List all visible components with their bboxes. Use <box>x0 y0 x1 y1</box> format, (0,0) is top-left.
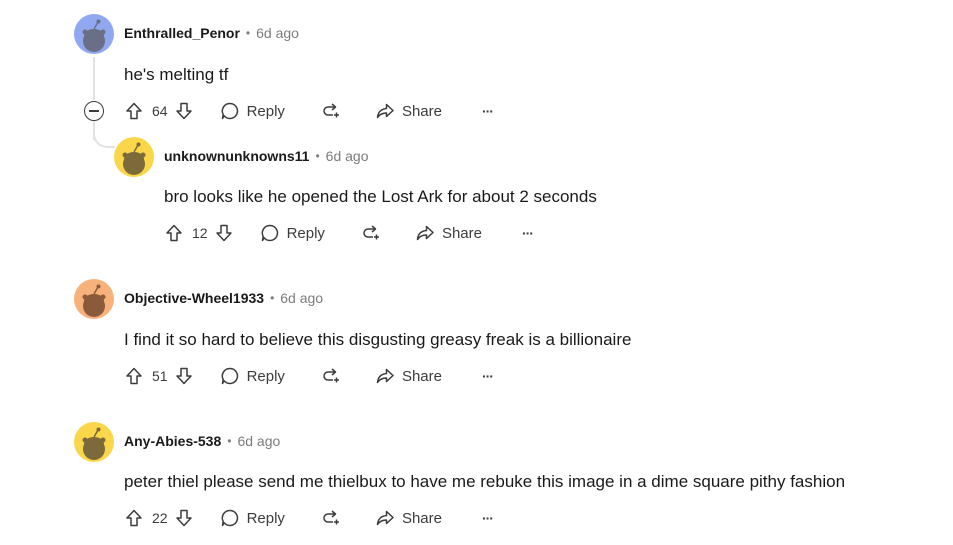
comment-bubble-icon <box>221 102 238 120</box>
share-button[interactable]: Share <box>375 101 442 121</box>
reply-label: Reply <box>286 224 325 242</box>
thread-line <box>93 57 95 100</box>
award-icon <box>323 368 339 383</box>
award-button[interactable] <box>319 508 341 528</box>
vote-score: 22 <box>152 510 168 526</box>
separator-dot: • <box>245 26 251 40</box>
timestamp[interactable]: 6d ago <box>280 290 323 306</box>
snoo-avatar-icon <box>82 284 106 317</box>
thread-curve <box>93 126 115 148</box>
avatar[interactable] <box>74 422 114 462</box>
comment-bubble-icon <box>261 224 278 242</box>
more-icon: ··· <box>481 510 494 526</box>
comment-actions: 12 Reply Share ··· <box>164 221 534 245</box>
collapse-thread-button[interactable] <box>84 101 104 121</box>
comment-bubble-icon <box>221 367 238 385</box>
more-options-button[interactable]: ··· <box>481 103 494 119</box>
downvote-icon[interactable] <box>174 366 194 386</box>
upvote-icon[interactable] <box>124 366 144 386</box>
more-options-button[interactable]: ··· <box>481 368 494 384</box>
vote-score: 51 <box>152 368 168 384</box>
share-icon <box>376 103 394 119</box>
award-button[interactable] <box>359 223 381 243</box>
downvote-icon[interactable] <box>174 508 194 528</box>
share-icon <box>416 225 434 241</box>
share-label: Share <box>401 102 442 120</box>
comment-text: he's melting tf <box>124 65 229 84</box>
comment-text: bro looks like he opened the Lost Ark fo… <box>164 187 597 206</box>
separator-dot: • <box>270 291 275 305</box>
share-button[interactable]: Share <box>375 366 442 386</box>
separator-dot: • <box>315 149 320 163</box>
comment-actions: 64 Reply Share ··· <box>124 99 494 123</box>
award-button[interactable] <box>319 101 341 121</box>
more-icon: ··· <box>521 225 534 241</box>
share-icon <box>376 510 394 526</box>
share-icon <box>376 368 394 384</box>
more-icon: ··· <box>481 368 494 384</box>
avatar[interactable] <box>74 14 114 54</box>
timestamp[interactable]: 6d ago <box>326 148 369 164</box>
more-options-button[interactable]: ··· <box>521 225 534 241</box>
upvote-icon[interactable] <box>124 508 144 528</box>
avatar[interactable] <box>114 137 154 177</box>
reply-button[interactable]: Reply <box>260 223 325 243</box>
snoo-avatar-icon <box>122 142 146 175</box>
separator-dot: • <box>227 434 232 448</box>
comment-text: peter thiel please send me thielbux to h… <box>124 472 846 491</box>
comment-text: I find it so hard to believe this disgus… <box>124 330 632 349</box>
reply-button[interactable]: Reply <box>220 508 285 528</box>
reply-label: Reply <box>246 367 285 385</box>
vote-score: 64 <box>152 103 168 119</box>
reply-button[interactable]: Reply <box>220 101 285 121</box>
downvote-icon[interactable] <box>174 101 194 121</box>
reply-label: Reply <box>246 509 285 527</box>
award-button[interactable] <box>319 366 341 386</box>
award-icon <box>363 225 379 240</box>
comment-bubble-icon <box>221 509 238 527</box>
timestamp[interactable]: 6d ago <box>237 433 280 449</box>
share-button[interactable]: Share <box>415 223 482 243</box>
username[interactable]: Enthralled_Penor <box>124 25 240 41</box>
share-label: Share <box>441 224 482 242</box>
reply-button[interactable]: Reply <box>220 366 285 386</box>
upvote-icon[interactable] <box>164 223 184 243</box>
more-options-button[interactable]: ··· <box>481 510 494 526</box>
comment-actions: 22 Reply Share ··· <box>124 506 494 530</box>
award-icon <box>323 510 339 525</box>
username[interactable]: Objective-Wheel1933 <box>124 290 264 306</box>
downvote-icon[interactable] <box>214 223 234 243</box>
snoo-avatar-icon <box>82 427 106 460</box>
avatar[interactable] <box>74 279 114 319</box>
reply-label: Reply <box>246 102 285 120</box>
award-icon <box>323 103 339 118</box>
snoo-avatar-icon <box>82 19 106 52</box>
vote-score: 12 <box>192 225 208 241</box>
timestamp[interactable]: 6d ago <box>256 25 299 41</box>
username[interactable]: Any-Abies-538 <box>124 433 221 449</box>
share-label: Share <box>401 509 442 527</box>
comment-actions: 51 Reply Share ··· <box>124 364 494 388</box>
username[interactable]: unknownunknowns11 <box>164 148 309 164</box>
more-icon: ··· <box>481 103 494 119</box>
share-label: Share <box>401 367 442 385</box>
share-button[interactable]: Share <box>375 508 442 528</box>
upvote-icon[interactable] <box>124 101 144 121</box>
